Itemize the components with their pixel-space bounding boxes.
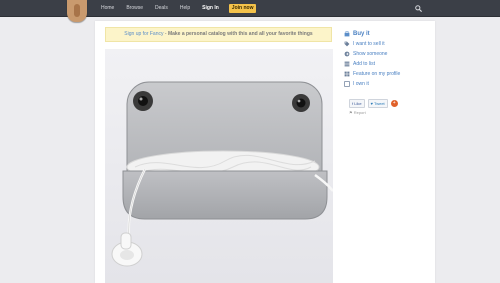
share-icon: [343, 51, 351, 57]
plus-one-button[interactable]: +: [390, 100, 398, 107]
phone-case-illustration: [111, 81, 333, 267]
product-image[interactable]: [105, 49, 333, 283]
logo-mark: [74, 4, 80, 17]
check-icon: [343, 81, 351, 87]
bag-icon: [343, 30, 351, 37]
feature-on-profile-label: Feature on my profile: [353, 71, 401, 77]
show-someone-label: Show someone: [353, 51, 388, 57]
own-it-label: I own it: [353, 81, 369, 87]
join-now-button[interactable]: Join now: [228, 3, 257, 13]
sign-in-link[interactable]: Sign In: [202, 0, 219, 16]
main-nav: Home Browse Deals Help Sign In Join now: [101, 0, 257, 16]
list-icon: [343, 61, 351, 67]
banner-text: Make a personal catalog with this and al…: [167, 31, 313, 37]
nav-home[interactable]: Home: [101, 0, 114, 16]
buy-it-link[interactable]: Buy it: [343, 28, 433, 39]
nav-deals[interactable]: Deals: [155, 0, 168, 16]
buy-it-label: Buy it: [353, 30, 370, 37]
search-button[interactable]: [408, 0, 428, 16]
want-to-sell-link[interactable]: I want to sell it: [343, 39, 433, 49]
tweet-button[interactable]: ♥ Tweet: [367, 99, 388, 108]
want-to-sell-label: I want to sell it: [353, 41, 385, 47]
tweet-label: Tweet: [374, 101, 385, 106]
like-label: Like: [354, 101, 362, 106]
feature-on-profile-link[interactable]: Feature on my profile: [343, 69, 433, 79]
own-it-link[interactable]: I own it: [343, 79, 433, 89]
tag-icon: [343, 41, 351, 47]
nav-help[interactable]: Help: [180, 0, 190, 16]
signup-link[interactable]: Sign up for Fancy: [124, 31, 163, 37]
show-someone-link[interactable]: Show someone: [343, 49, 433, 59]
report-link[interactable]: ⚑ Report: [349, 110, 366, 115]
report-label: Report: [353, 110, 366, 115]
signup-banner: Sign up for Fancy - Make a personal cata…: [105, 27, 332, 42]
social-buttons: f Like ♥ Tweet +: [349, 99, 398, 108]
add-to-list-link[interactable]: Add to list: [343, 59, 433, 69]
facebook-like-button[interactable]: f Like: [349, 99, 365, 108]
nav-browse[interactable]: Browse: [126, 0, 143, 16]
grid-icon: [343, 71, 351, 77]
search-icon: [414, 4, 422, 12]
add-to-list-label: Add to list: [353, 61, 375, 67]
action-sidebar: Buy it I want to sell it Show someone Ad…: [343, 28, 433, 89]
fancy-logo[interactable]: [67, 0, 87, 22]
